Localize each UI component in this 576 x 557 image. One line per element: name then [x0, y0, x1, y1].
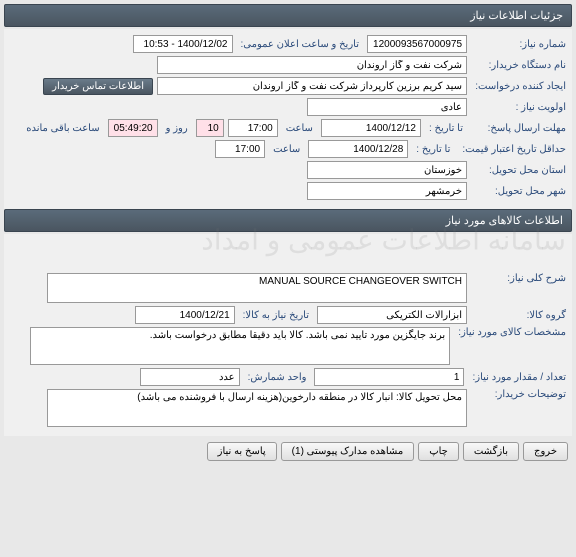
days-and-label: روز و [162, 123, 192, 134]
buyer-field[interactable] [157, 56, 467, 74]
public-announce-field[interactable] [133, 35, 233, 53]
validity-label: حداقل تاریخ اعتبار قیمت: [458, 144, 566, 155]
days-remaining-field[interactable] [196, 119, 224, 137]
time-remaining-field[interactable] [108, 119, 158, 137]
unit-label: واحد شمارش: [244, 372, 311, 383]
need-number-field[interactable] [367, 35, 467, 53]
spec-label: مشخصات کالای مورد نیاز: [454, 327, 566, 338]
back-button[interactable]: بازگشت [463, 442, 519, 461]
priority-field[interactable] [307, 98, 467, 116]
priority-label: اولویت نیاز : [471, 102, 566, 113]
items-form: سامانه اطلاعات عمومی و امداد شرح کلی نیا… [4, 234, 572, 436]
contact-buyer-button[interactable]: اطلاعات تماس خریدار [43, 78, 153, 95]
province-label: استان محل تحویل: [471, 165, 566, 176]
to-date-label-2: تا تاریخ : [412, 144, 454, 155]
public-announce-label: تاریخ و ساعت اعلان عمومی: [237, 39, 364, 50]
deadline-label: مهلت ارسال پاسخ: [471, 123, 566, 134]
validity-time-field[interactable] [215, 140, 265, 158]
need-date-label: تاریخ نیاز به کالا: [239, 310, 313, 321]
reply-button[interactable]: پاسخ به نیاز [207, 442, 277, 461]
desc-field[interactable] [47, 273, 467, 303]
group-label: گروه کالا: [471, 310, 566, 321]
time-label-1: ساعت [282, 123, 317, 134]
need-number-label: شماره نیاز: [471, 39, 566, 50]
time-label-2: ساعت [269, 144, 304, 155]
city-label: شهر محل تحویل: [471, 186, 566, 197]
deadline-time-field[interactable] [228, 119, 278, 137]
exit-button[interactable]: خروج [523, 442, 568, 461]
details-form: شماره نیاز: تاریخ و ساعت اعلان عمومی: نا… [4, 29, 572, 209]
attachments-button[interactable]: مشاهده مدارک پیوستی (1) [281, 442, 415, 461]
notes-field[interactable] [47, 389, 467, 427]
qty-label: تعداد / مقدار مورد نیاز: [468, 372, 566, 383]
need-date-field[interactable] [135, 306, 235, 324]
validity-date-field[interactable] [308, 140, 408, 158]
desc-label: شرح کلی نیاز: [471, 273, 566, 284]
button-bar: پاسخ به نیاز مشاهده مدارک پیوستی (1) چاپ… [4, 436, 572, 467]
remaining-label: ساعت باقی مانده [22, 123, 103, 134]
section-header-items: اطلاعات کالاهای مورد نیاز [4, 209, 572, 232]
city-field[interactable] [307, 182, 467, 200]
creator-field[interactable] [157, 77, 467, 95]
section-header-details: جزئیات اطلاعات نیاز [4, 4, 572, 27]
creator-label: ایجاد کننده درخواست: [471, 81, 566, 92]
group-field[interactable] [317, 306, 467, 324]
print-button[interactable]: چاپ [418, 442, 459, 461]
province-field[interactable] [307, 161, 467, 179]
qty-field[interactable] [314, 368, 464, 386]
to-date-label: تا تاریخ : [425, 123, 467, 134]
notes-label: توضیحات خریدار: [471, 389, 566, 400]
unit-field[interactable] [140, 368, 240, 386]
spec-field[interactable] [30, 327, 450, 365]
deadline-date-field[interactable] [321, 119, 421, 137]
buyer-label: نام دستگاه خریدار: [471, 60, 566, 71]
